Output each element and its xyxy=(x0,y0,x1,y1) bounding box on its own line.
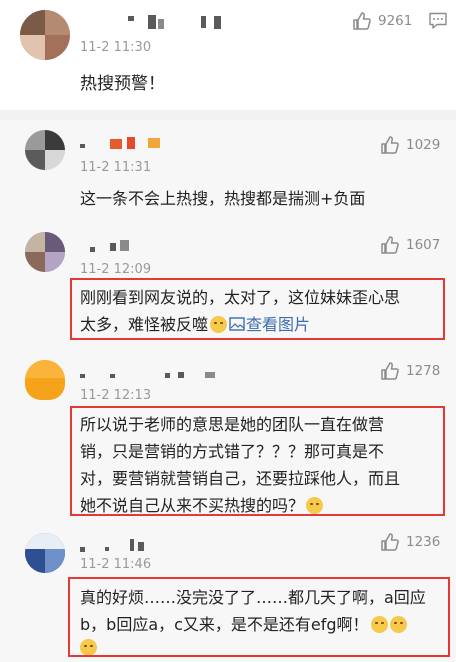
comment-text: 热搜预警！ xyxy=(80,74,165,94)
reply-item: 11-2 12:13 1278 所以说于老师的意思是她的团队一直在做营 销，只是… xyxy=(0,350,456,516)
comment-text: 这一条不会上热搜，热搜都是揣测+负面 xyxy=(80,189,366,208)
thumbs-up-icon xyxy=(381,236,399,254)
avatar[interactable] xyxy=(20,10,70,60)
avatar[interactable] xyxy=(25,130,65,170)
highlight-box xyxy=(70,406,445,516)
like-button[interactable]: 1278 xyxy=(380,360,440,382)
highlight-box xyxy=(70,278,445,340)
highlight-box xyxy=(68,577,450,657)
comment-time: 11-2 12:09 xyxy=(80,262,152,277)
like-button[interactable]: 9261 xyxy=(352,10,412,32)
like-button[interactable]: 1236 xyxy=(380,531,440,553)
like-count: 9261 xyxy=(378,13,413,29)
thumbs-up-icon xyxy=(381,362,399,380)
main-comment: 11-2 11:30 9261 热搜预警！ xyxy=(0,0,456,110)
like-count: 1236 xyxy=(406,534,441,550)
reply-item: 11-2 11:31 1029 这一条不会上热搜，热搜都是揣测+负面 xyxy=(0,120,456,215)
section-divider xyxy=(0,110,456,120)
like-count: 1278 xyxy=(406,363,441,379)
like-button[interactable]: 1029 xyxy=(380,134,440,156)
comment-time: 11-2 11:31 xyxy=(80,160,152,175)
reply-item: 11-2 11:46 1236 真的好烦……没完没了了……都几天了啊，a回应 b… xyxy=(0,525,456,662)
thumbs-up-icon xyxy=(381,136,399,154)
like-count: 1607 xyxy=(406,237,441,253)
comment-bubble-icon[interactable] xyxy=(428,12,448,30)
avatar[interactable] xyxy=(25,533,65,573)
avatar[interactable] xyxy=(25,360,65,400)
reply-item: 11-2 12:09 1607 刚刚看到网友说的，太对了，这位妹妹歪心思 太多，… xyxy=(0,222,456,342)
like-button[interactable]: 1607 xyxy=(380,234,440,256)
thumbs-up-icon xyxy=(353,12,371,30)
thumbs-up-icon xyxy=(381,533,399,551)
comment-time: 11-2 11:46 xyxy=(80,557,152,572)
comment-time: 11-2 11:30 xyxy=(80,40,152,55)
avatar[interactable] xyxy=(25,232,65,272)
like-count: 1029 xyxy=(406,137,441,153)
comment-time: 11-2 12:13 xyxy=(80,388,152,403)
